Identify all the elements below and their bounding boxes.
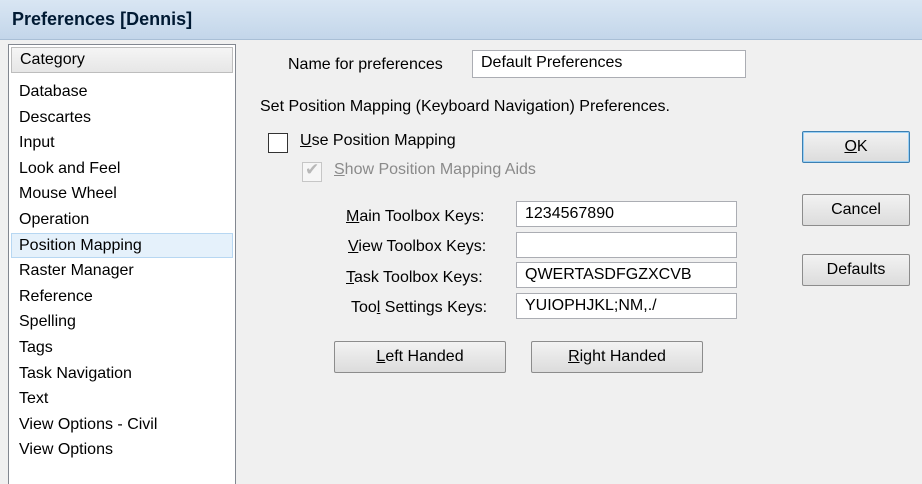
view-toolbox-keys-label: View Toolbox Keys: [348, 238, 486, 256]
category-item-reference[interactable]: Reference [11, 284, 233, 310]
category-item-position-mapping[interactable]: Position Mapping [11, 232, 233, 259]
tool-settings-keys-field[interactable]: YUIOPHJKL;NM,./ [516, 293, 737, 319]
tool-settings-keys-label-text: Settings Keys: [380, 299, 488, 316]
category-item-tags[interactable]: Tags [11, 335, 233, 361]
left-handed-label: eft Handed [385, 348, 464, 365]
prefs-name-field[interactable]: Default Preferences [472, 50, 746, 78]
category-item-task-navigation[interactable]: Task Navigation [11, 361, 233, 387]
task-toolbox-keys-label: Task Toolbox Keys: [346, 269, 483, 287]
tool-settings-keys-label: Tool Settings Keys: [351, 299, 487, 317]
category-list[interactable]: Category Database Descartes Input Look a… [8, 44, 236, 484]
main-toolbox-keys-label-text: ain Toolbox Keys: [359, 208, 485, 225]
view-toolbox-keys-mnemonic: V [348, 238, 359, 255]
task-toolbox-keys-label-text: ask Toolbox Keys: [354, 269, 483, 286]
use-position-mapping-label-text: se Position Mapping [311, 132, 456, 149]
category-item-view-options[interactable]: View Options [11, 437, 233, 463]
use-position-mapping-checkbox[interactable] [268, 133, 288, 153]
category-item-spelling[interactable]: Spelling [11, 309, 233, 335]
defaults-button[interactable]: Defaults [802, 254, 910, 286]
category-item-database[interactable]: Database [11, 79, 233, 105]
use-position-mapping-mnemonic: U [300, 132, 312, 149]
left-handed-mnemonic: L [376, 348, 386, 365]
cancel-button[interactable]: Cancel [802, 194, 910, 226]
category-item-operation[interactable]: Operation [11, 207, 233, 233]
main-toolbox-keys-mnemonic: M [346, 208, 360, 225]
category-item-text[interactable]: Text [11, 386, 233, 412]
category-item-raster-manager[interactable]: Raster Manager [11, 258, 233, 284]
category-item-view-options-civil[interactable]: View Options - Civil [11, 412, 233, 438]
title-bar: Preferences [Dennis] [0, 0, 922, 40]
right-handed-label: ight Handed [579, 348, 666, 365]
show-aids-label-text: how Position Mapping Aids [344, 161, 536, 178]
preferences-window: Category Database Descartes Input Look a… [0, 40, 922, 484]
category-item-input[interactable]: Input [11, 130, 233, 156]
category-item-descartes[interactable]: Descartes [11, 105, 233, 131]
section-heading: Set Position Mapping (Keyboard Navigatio… [260, 98, 670, 115]
ok-button[interactable]: OK [802, 131, 910, 163]
category-item-mouse-wheel[interactable]: Mouse Wheel [11, 181, 233, 207]
task-toolbox-keys-field[interactable]: QWERTASDFGZXCVB [516, 262, 737, 288]
category-item-look-and-feel[interactable]: Look and Feel [11, 156, 233, 182]
window-title: Preferences [Dennis] [12, 9, 193, 29]
main-toolbox-keys-label: Main Toolbox Keys: [346, 208, 484, 226]
right-handed-button[interactable]: Right Handed [531, 341, 703, 373]
left-handed-button[interactable]: Left Handed [334, 341, 506, 373]
view-toolbox-keys-label-text: iew Toolbox Keys: [358, 238, 487, 255]
use-position-mapping-label[interactable]: Use Position Mapping [300, 132, 456, 150]
category-items: Database Descartes Input Look and Feel M… [11, 79, 233, 463]
checkmark-icon: ✔ [305, 160, 320, 179]
tool-settings-keys-label-pre: Too [351, 299, 377, 316]
view-toolbox-keys-field[interactable] [516, 232, 737, 258]
show-aids-checkbox[interactable]: ✔ [302, 160, 322, 182]
ok-label: K [856, 138, 868, 155]
main-toolbox-keys-field[interactable]: 1234567890 [516, 201, 737, 227]
category-header: Category [11, 47, 233, 73]
ok-mnemonic: O [844, 138, 857, 155]
right-handed-mnemonic: R [568, 348, 580, 365]
task-toolbox-keys-mnemonic: T [346, 269, 354, 286]
show-aids-label[interactable]: Show Position Mapping Aids [334, 161, 536, 179]
show-aids-mnemonic: S [334, 161, 345, 178]
prefs-name-label: Name for preferences [288, 56, 443, 73]
